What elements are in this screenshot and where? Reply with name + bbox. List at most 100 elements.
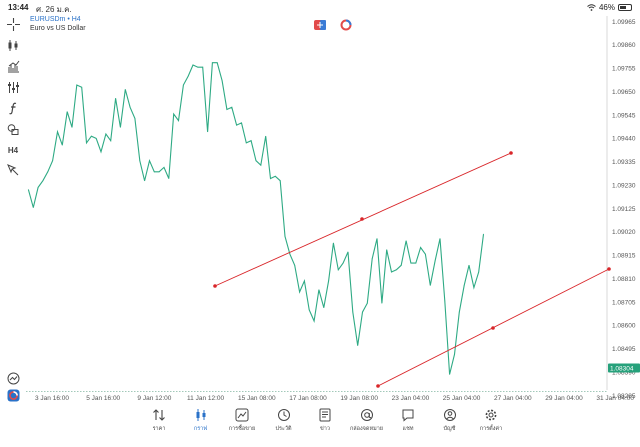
price-tick-label: 1.09335 bbox=[612, 159, 636, 166]
time-scale[interactable]: 3 Jan 16:00 5 Jan 16:00 9 Jan 12:00 11 Jan … bbox=[35, 395, 634, 402]
nav-label: ประวัติ bbox=[275, 426, 292, 432]
series-point bbox=[212, 62, 213, 64]
series-point bbox=[71, 126, 73, 128]
series-point bbox=[313, 320, 315, 322]
trendline-anchor[interactable] bbox=[607, 267, 611, 271]
trendline-anchor[interactable] bbox=[360, 217, 364, 221]
nav-settings[interactable]: การตั้งค่า bbox=[472, 404, 510, 447]
news-icon bbox=[319, 408, 331, 422]
objects-list-icon[interactable] bbox=[5, 79, 21, 95]
bottom-navigation: ราคา กราฟ การซื้อขาย ประวัติ ข่าว กล่องจดหมาย… bbox=[140, 404, 510, 447]
nav-quotes[interactable]: ราคา bbox=[140, 404, 178, 447]
series-point bbox=[255, 160, 257, 162]
series-point bbox=[76, 84, 78, 86]
function-icon[interactable] bbox=[5, 100, 21, 116]
series-point bbox=[37, 187, 39, 188]
series-point bbox=[95, 138, 97, 139]
series-point bbox=[454, 353, 455, 355]
series-point bbox=[231, 106, 233, 108]
price-scale[interactable]: 1.09965 1.09860 1.09755 1.09650 1.09545 1.094… bbox=[612, 19, 636, 400]
nav-label: ข่าว bbox=[320, 426, 330, 432]
series-point bbox=[115, 97, 116, 99]
series-point bbox=[47, 171, 49, 173]
chart-icon bbox=[196, 409, 205, 421]
series-point bbox=[110, 140, 112, 142]
series-point bbox=[289, 253, 291, 255]
series-point bbox=[260, 164, 262, 166]
series-point bbox=[105, 133, 107, 135]
price-tick-label: 1.09440 bbox=[612, 136, 636, 143]
nav-news[interactable]: ข่าว bbox=[306, 404, 344, 447]
series-point bbox=[207, 131, 208, 133]
time-tick-label: 15 Jan 08:00 bbox=[238, 395, 276, 402]
chart-header: EURUSDm • H4 Euro vs US Dollar bbox=[30, 15, 86, 33]
series-point bbox=[483, 233, 484, 235]
nav-label: บัญชี bbox=[443, 426, 456, 432]
price-tick-label: 1.09545 bbox=[612, 112, 636, 119]
trendline-anchor[interactable] bbox=[376, 384, 380, 388]
trendline-anchor[interactable] bbox=[509, 151, 513, 155]
series-point bbox=[473, 287, 475, 288]
timeframe-label[interactable]: H4 bbox=[72, 16, 81, 23]
mailbox-icon bbox=[360, 409, 373, 421]
series-point bbox=[468, 264, 470, 266]
series-point bbox=[308, 309, 310, 311]
nav-history[interactable]: ประวัติ bbox=[265, 404, 303, 447]
chat-icon bbox=[402, 409, 414, 422]
nav-mailbox[interactable]: กล่องจดหมาย bbox=[348, 404, 386, 447]
trade-levels-icon[interactable] bbox=[5, 370, 21, 386]
symbol-name[interactable]: EURUSDm bbox=[30, 16, 65, 23]
series-point bbox=[391, 271, 392, 273]
series-point bbox=[265, 135, 267, 137]
series-point bbox=[444, 300, 446, 302]
price-tick-label: 1.09020 bbox=[612, 229, 636, 236]
series-point bbox=[197, 66, 199, 68]
nav-chat[interactable]: แชท bbox=[389, 404, 427, 447]
series-point bbox=[226, 109, 228, 110]
shapes-icon[interactable] bbox=[5, 121, 21, 137]
one-click-trading-icon[interactable] bbox=[314, 20, 326, 30]
time-tick-label: 17 Jan 08:00 bbox=[289, 395, 327, 402]
nav-trade[interactable]: การซื้อขาย bbox=[223, 404, 261, 447]
series-point bbox=[158, 171, 160, 173]
candlestick-type-icon[interactable] bbox=[5, 37, 21, 53]
price-chart[interactable]: 1.09965 1.09860 1.09755 1.09650 1.09545 1.094… bbox=[0, 0, 640, 404]
app-logo-icon[interactable] bbox=[5, 387, 21, 403]
series-point bbox=[270, 178, 271, 179]
series-point bbox=[90, 135, 92, 137]
series-point bbox=[168, 178, 170, 179]
series-point bbox=[405, 240, 407, 242]
nav-label: การตั้งค่า bbox=[479, 426, 503, 432]
series-point bbox=[100, 151, 102, 153]
series-point bbox=[366, 302, 368, 304]
trendline-anchor[interactable] bbox=[213, 284, 217, 288]
trade-icon bbox=[235, 408, 249, 422]
series-point bbox=[362, 311, 363, 313]
series-point bbox=[376, 238, 378, 240]
series-point bbox=[429, 284, 431, 286]
timeframe-icon[interactable]: H4 bbox=[5, 142, 21, 158]
time-tick-label: 27 Jan 04:00 bbox=[494, 395, 532, 402]
trendline-anchor[interactable] bbox=[491, 326, 495, 330]
series-point bbox=[42, 180, 44, 182]
history-icon bbox=[277, 409, 290, 421]
series-point bbox=[318, 289, 320, 291]
nav-account[interactable]: บัญชี bbox=[431, 404, 469, 447]
nav-label: กล่องจดหมาย bbox=[349, 426, 384, 432]
trendline-lower[interactable] bbox=[376, 267, 611, 388]
series-point bbox=[463, 284, 465, 286]
series-point bbox=[216, 62, 218, 64]
price-tick-label: 1.09650 bbox=[612, 89, 636, 96]
chart-switch-icon[interactable] bbox=[340, 19, 352, 31]
series-point bbox=[144, 180, 146, 182]
price-tick-label: 1.09755 bbox=[612, 66, 636, 73]
arrow-cursor-icon[interactable] bbox=[5, 162, 21, 178]
symbol-timeframe[interactable]: EURUSDm • H4 bbox=[30, 15, 86, 24]
series-point bbox=[303, 280, 305, 282]
trendline-upper[interactable] bbox=[213, 151, 513, 288]
time-tick-label: 9 Jan 12:00 bbox=[137, 395, 171, 402]
quotes-icon bbox=[153, 409, 165, 421]
crosshair-icon[interactable] bbox=[5, 16, 21, 32]
indicators-icon[interactable] bbox=[5, 58, 21, 74]
nav-chart[interactable]: กราฟ bbox=[182, 404, 220, 447]
